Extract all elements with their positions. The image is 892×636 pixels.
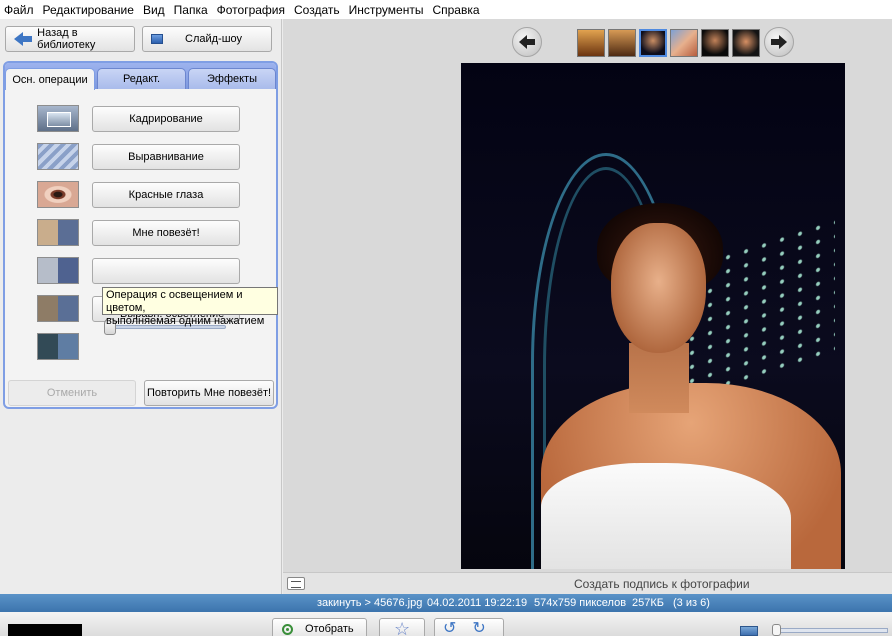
caption-icon[interactable]: [287, 577, 305, 590]
next-photo-button[interactable]: [764, 27, 794, 57]
tab-basic-operations-label: Осн. операции: [12, 73, 88, 86]
menu-create[interactable]: Создать: [290, 3, 345, 17]
tooltip-line-1: Операция с освещением и цветом,: [106, 289, 243, 314]
filmstrip-thumb[interactable]: [670, 29, 698, 57]
status-path: закинуть > 45676.jpg: [317, 597, 423, 609]
filmstrip-thumb[interactable]: [608, 29, 636, 57]
menu-photo[interactable]: Фотография: [213, 3, 290, 17]
lucky-button[interactable]: Мне повезёт!: [92, 220, 240, 246]
undo-button[interactable]: Отменить: [8, 380, 136, 406]
zoom-slider-knob[interactable]: [772, 624, 781, 636]
zoom-slider-track[interactable]: [773, 628, 888, 633]
status-position: (3 из 6): [673, 597, 710, 609]
select-button[interactable]: Отобрать: [272, 618, 367, 636]
slideshow-icon: [151, 34, 163, 44]
arrow-left-icon: [519, 35, 535, 49]
photo-viewer: Создать подпись к фотографии: [283, 19, 892, 594]
previous-photo-button[interactable]: [512, 27, 542, 57]
tab-effects[interactable]: Эффекты: [188, 68, 276, 89]
auto-color-thumb-icon: [37, 295, 79, 322]
tray-thumbnail[interactable]: [8, 624, 82, 636]
photo-neck: [629, 343, 689, 413]
tooltip-line-2: выполняемая одним нажатием: [106, 315, 265, 327]
level-thumb-icon: [37, 143, 79, 170]
tooltip: Операция с освещением и цветом, выполняе…: [102, 287, 278, 327]
menu-edit[interactable]: Редактирование: [39, 3, 139, 17]
rotate-right-icon[interactable]: ↻: [472, 620, 485, 636]
left-panel: Назад в библиотеку Слайд-шоу Осн. операц…: [0, 19, 282, 594]
filmstrip-thumb-selected[interactable]: [639, 29, 667, 57]
select-icon: [282, 623, 293, 635]
select-button-label: Отобрать: [305, 623, 354, 635]
arrow-right-icon: [771, 35, 787, 49]
status-size: 257КБ: [632, 597, 664, 609]
crop-thumb-icon: [37, 105, 79, 132]
filmstrip-thumb[interactable]: [732, 29, 760, 57]
back-to-library-button[interactable]: Назад в библиотеку: [5, 26, 135, 52]
filmstrip-thumb[interactable]: [577, 29, 605, 57]
bottom-toolbar: Отобрать ☆ ↺ ↻: [0, 612, 892, 636]
star-button[interactable]: ☆: [379, 618, 425, 636]
red-eye-button[interactable]: Красные глаза: [92, 182, 240, 208]
photo-face: [611, 223, 706, 353]
star-icon: ☆: [394, 619, 411, 636]
photo-dress: [541, 463, 791, 569]
menu-tools[interactable]: Инструменты: [345, 3, 429, 17]
status-date: 04.02.2011 19:22:19: [427, 597, 528, 609]
back-to-library-label: Назад в библиотеку: [37, 27, 96, 51]
red-eye-thumb-icon: [37, 181, 79, 208]
tab-effects-label: Эффекты: [206, 73, 257, 85]
tab-bar: Осн. операции Редакт. Эффекты: [5, 63, 276, 90]
menu-view[interactable]: Вид: [139, 3, 170, 17]
menu-folder[interactable]: Папка: [170, 3, 213, 17]
auto-contrast-button[interactable]: [92, 258, 240, 284]
status-dimensions: 574x759 пикселов: [534, 597, 627, 609]
redo-lucky-button[interactable]: Повторить Мне повезёт!: [144, 380, 274, 406]
tab-edit[interactable]: Редакт.: [97, 68, 186, 89]
menu-file[interactable]: Файл: [0, 3, 39, 17]
tab-basic-operations[interactable]: Осн. операции: [5, 68, 95, 90]
rotate-buttons: ↺ ↻: [434, 618, 504, 636]
fill-light-thumb-icon: [37, 333, 79, 360]
filmstrip-thumb[interactable]: [701, 29, 729, 57]
tab-edit-label: Редакт.: [122, 73, 161, 85]
slideshow-button[interactable]: Слайд-шоу: [142, 26, 272, 52]
rotate-left-icon[interactable]: ↺: [443, 620, 456, 636]
level-button[interactable]: Выравнивание: [92, 144, 240, 170]
status-bar: закинуть > 45676.jpg 04.02.2011 19:22:19…: [0, 594, 892, 612]
back-arrow-icon: [14, 32, 33, 46]
menu-help[interactable]: Справка: [428, 3, 484, 17]
lucky-thumb-icon: [37, 219, 79, 246]
operations-panel: Осн. операции Редакт. Эффекты Кадрирован…: [3, 61, 278, 409]
slideshow-label: Слайд-шоу: [185, 33, 243, 45]
menu-bar: Файл Редактирование Вид Папка Фотография…: [0, 0, 892, 19]
main-photo: [461, 63, 845, 569]
crop-button[interactable]: Кадрирование: [92, 106, 240, 132]
caption-input[interactable]: Создать подпись к фотографии: [574, 577, 750, 591]
caption-bar: Создать подпись к фотографии: [283, 572, 892, 594]
auto-contrast-thumb-icon: [37, 257, 79, 284]
zoom-icon: [740, 626, 758, 636]
